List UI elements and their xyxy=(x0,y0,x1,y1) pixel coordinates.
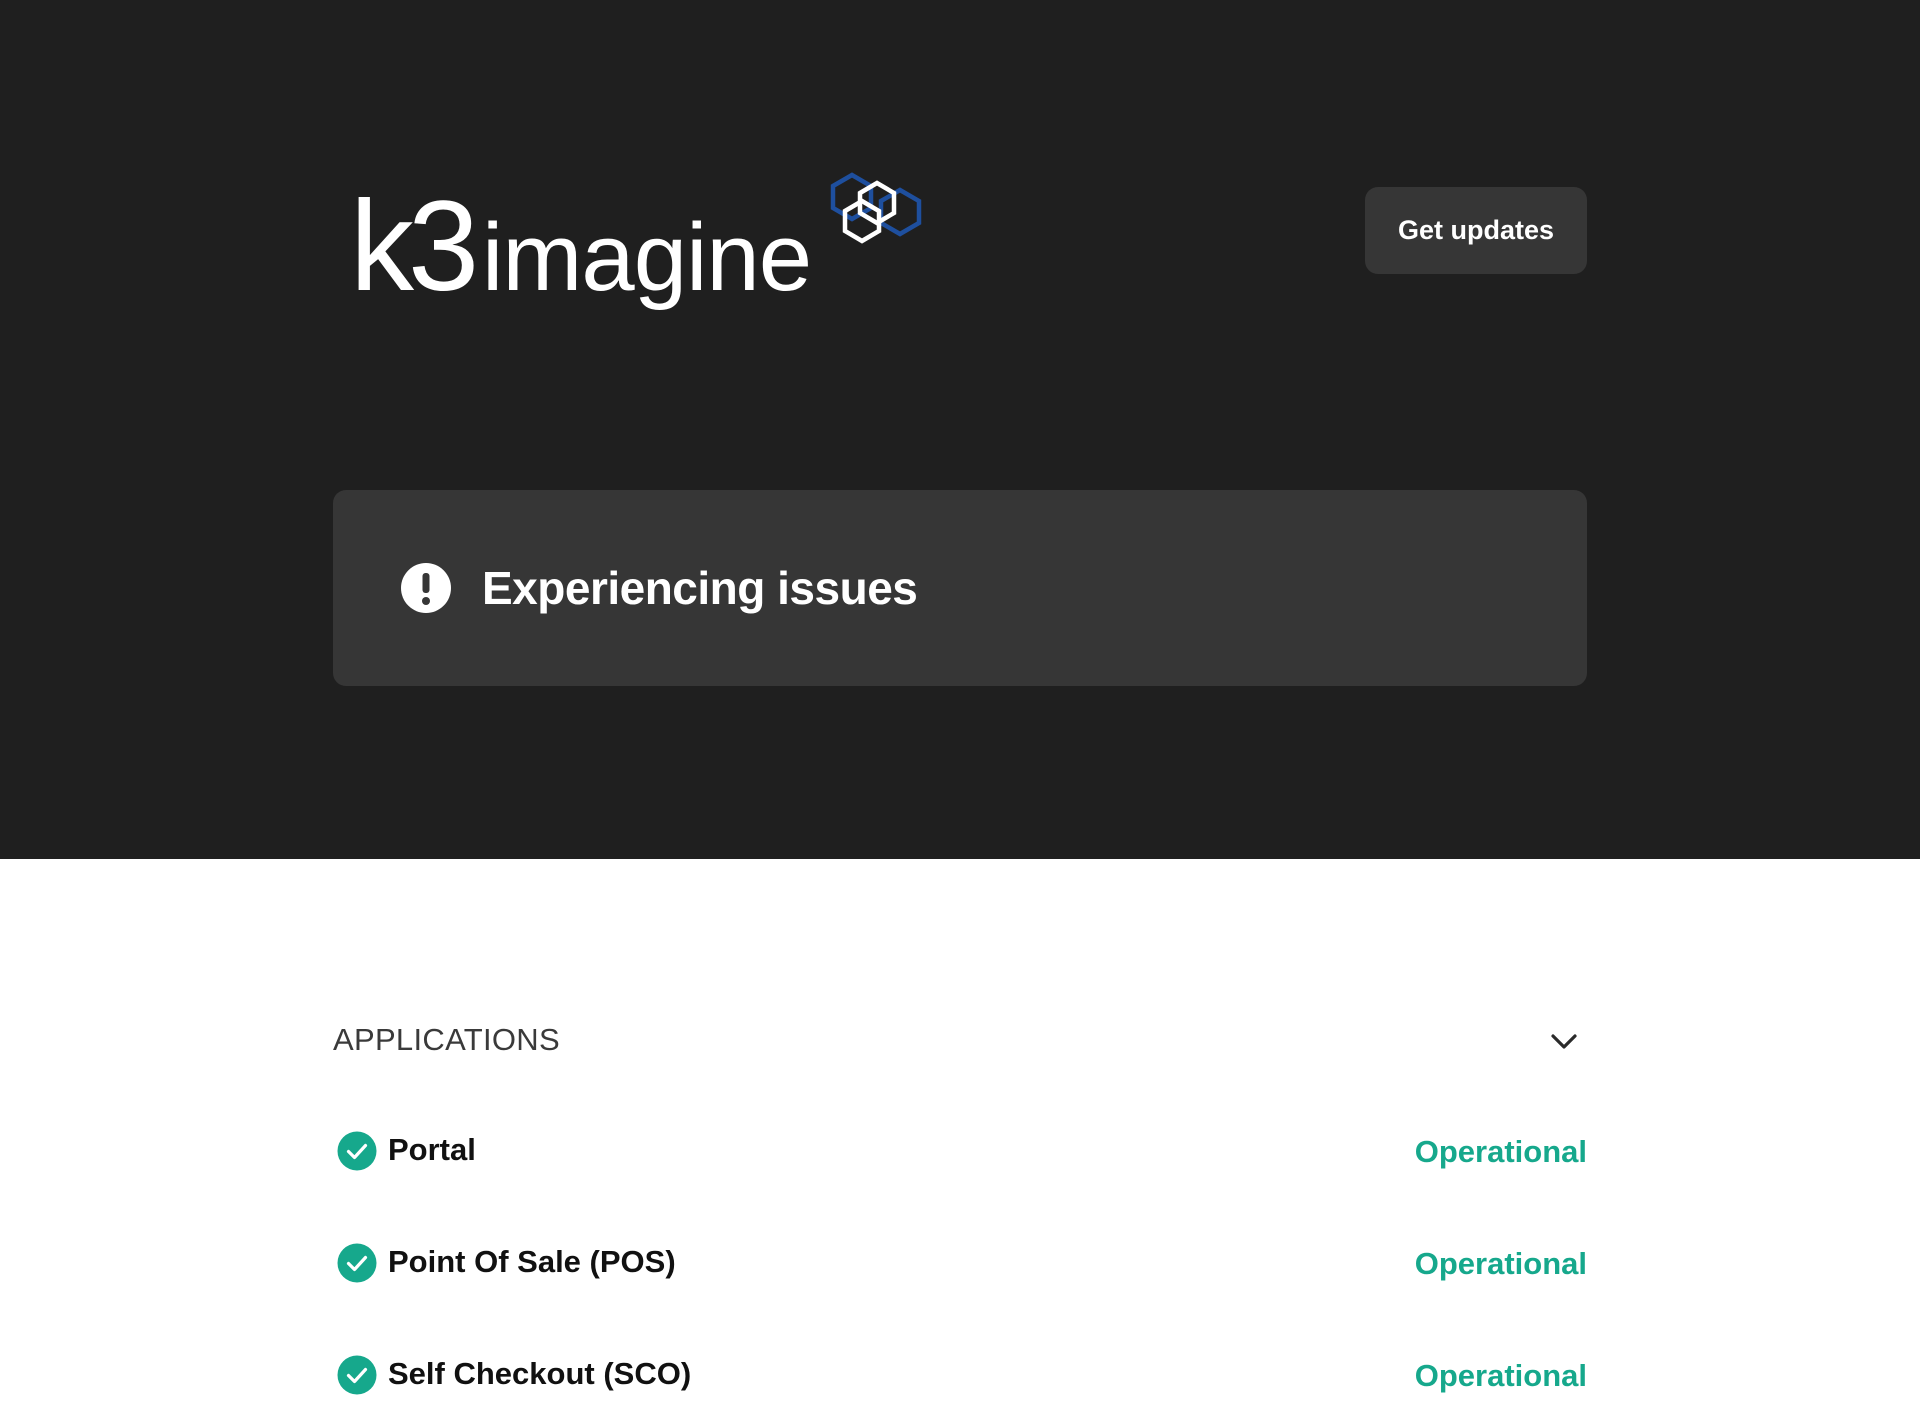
group-title: APPLICATIONS xyxy=(333,1022,560,1057)
applications-group-header[interactable]: APPLICATIONS xyxy=(333,1020,1587,1060)
component-name: Portal xyxy=(388,1132,476,1167)
component-row-sco[interactable]: Self Checkout (SCO) Operational xyxy=(333,1349,1587,1399)
component-status: Operational xyxy=(1414,1134,1587,1169)
svg-text:k3: k3 xyxy=(350,175,474,318)
chevron-down-icon[interactable] xyxy=(1549,1026,1579,1056)
check-circle-icon xyxy=(337,1131,377,1171)
exclamation-circle-icon xyxy=(401,563,451,613)
component-status: Operational xyxy=(1414,1358,1587,1393)
svg-text:imagine: imagine xyxy=(482,204,811,311)
k3imagine-logo[interactable]: k3 imagine xyxy=(350,172,930,322)
component-row-portal[interactable]: Portal Operational xyxy=(333,1125,1587,1175)
hero-header: k3 imagine Get updates Experiencing issu… xyxy=(0,0,1920,859)
check-circle-icon xyxy=(337,1243,377,1283)
component-row-pos[interactable]: Point Of Sale (POS) Operational xyxy=(333,1237,1587,1287)
status-title: Experiencing issues xyxy=(482,562,918,614)
component-name: Point Of Sale (POS) xyxy=(388,1244,676,1279)
hexagon-links-icon xyxy=(830,172,922,244)
component-status: Operational xyxy=(1414,1246,1587,1281)
get-updates-button[interactable]: Get updates xyxy=(1365,187,1587,274)
check-circle-icon xyxy=(337,1355,377,1395)
component-name: Self Checkout (SCO) xyxy=(388,1356,692,1391)
